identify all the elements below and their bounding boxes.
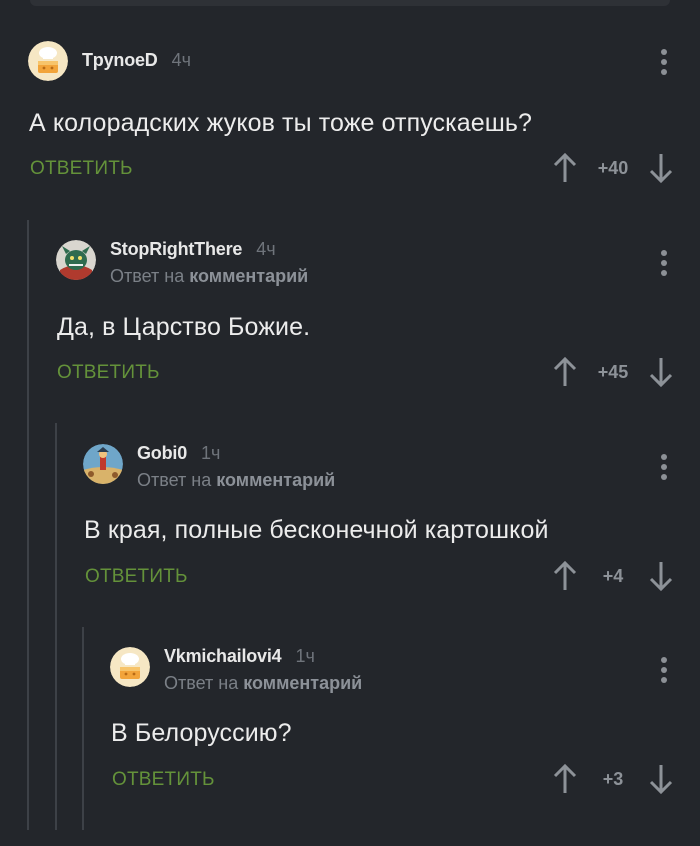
comment-text: В края, полные бесконечной картошкой: [84, 516, 549, 544]
downvote-arrow-icon[interactable]: [648, 763, 674, 795]
cartoon-scene-avatar-icon[interactable]: [83, 444, 123, 484]
comment-time: 4ч: [171, 50, 191, 70]
reply-button[interactable]: ОТВЕТИТЬ: [57, 362, 160, 384]
reply-button[interactable]: ОТВЕТИТЬ: [85, 566, 188, 588]
comment-text: Да, в Царство Божие.: [57, 313, 311, 341]
dragon-avatar-icon[interactable]: [56, 240, 96, 280]
author-name[interactable]: Vkmichailovi4: [164, 646, 282, 667]
thread-line[interactable]: [55, 423, 57, 830]
downvote-arrow-icon[interactable]: [648, 560, 674, 592]
more-options-icon[interactable]: [661, 250, 667, 280]
comment-header: Gobi0 1ч Ответ на комментарий: [83, 443, 335, 491]
comment-header: Vkmichailovi4 1ч Ответ на комментарий: [110, 646, 362, 694]
reply-to-link[interactable]: комментарий: [189, 266, 308, 286]
author-name[interactable]: Gobi0: [137, 443, 187, 464]
reply-to-line: Ответ на комментарий: [137, 470, 335, 491]
reply-button[interactable]: ОТВЕТИТЬ: [112, 769, 215, 791]
reply-to-prefix: Ответ на: [110, 266, 185, 286]
more-options-icon[interactable]: [661, 454, 667, 484]
reply-to-line: Ответ на комментарий: [164, 673, 362, 694]
vote-score: +40: [597, 157, 629, 178]
reply-to-prefix: Ответ на: [164, 673, 239, 693]
reply-to-line: Ответ на комментарий: [110, 266, 308, 287]
downvote-arrow-icon[interactable]: [648, 356, 674, 388]
author-name[interactable]: TpynoeD: [82, 50, 158, 71]
comment-time: 4ч: [256, 239, 276, 259]
reply-to-prefix: Ответ на: [137, 470, 212, 490]
upvote-arrow-icon[interactable]: [552, 560, 578, 592]
more-options-icon[interactable]: [661, 657, 667, 687]
reply-to-link[interactable]: комментарий: [216, 470, 335, 490]
author-name[interactable]: StopRightThere: [110, 239, 242, 260]
comment-time: 1ч: [201, 443, 221, 463]
vote-score: +3: [602, 768, 624, 789]
reply-button[interactable]: ОТВЕТИТЬ: [30, 158, 133, 180]
thread-line[interactable]: [82, 627, 84, 830]
chef-cake-avatar-icon[interactable]: [28, 41, 68, 81]
chef-cake-avatar-icon[interactable]: [110, 647, 150, 687]
vote-controls: +45: [552, 356, 674, 388]
comment-time: 1ч: [295, 646, 315, 666]
thread-line[interactable]: [27, 220, 29, 830]
comment-text: В Белоруссию?: [111, 719, 292, 747]
vote-controls: +4: [552, 560, 674, 592]
comment-header: TpynoeD 4ч: [28, 41, 191, 81]
reply-to-link[interactable]: комментарий: [243, 673, 362, 693]
upvote-arrow-icon[interactable]: [552, 152, 578, 184]
more-options-icon[interactable]: [661, 49, 667, 79]
vote-score: +45: [597, 361, 629, 382]
upvote-arrow-icon[interactable]: [552, 356, 578, 388]
comment-header: StopRightThere 4ч Ответ на комментарий: [56, 239, 308, 287]
previous-comment-edge: [30, 0, 670, 6]
downvote-arrow-icon[interactable]: [648, 152, 674, 184]
upvote-arrow-icon[interactable]: [552, 763, 578, 795]
vote-score: +4: [602, 565, 624, 586]
vote-controls: +40: [552, 152, 674, 184]
vote-controls: +3: [552, 763, 674, 795]
comment-text: А колорадских жуков ты тоже отпускаешь?: [29, 109, 533, 137]
